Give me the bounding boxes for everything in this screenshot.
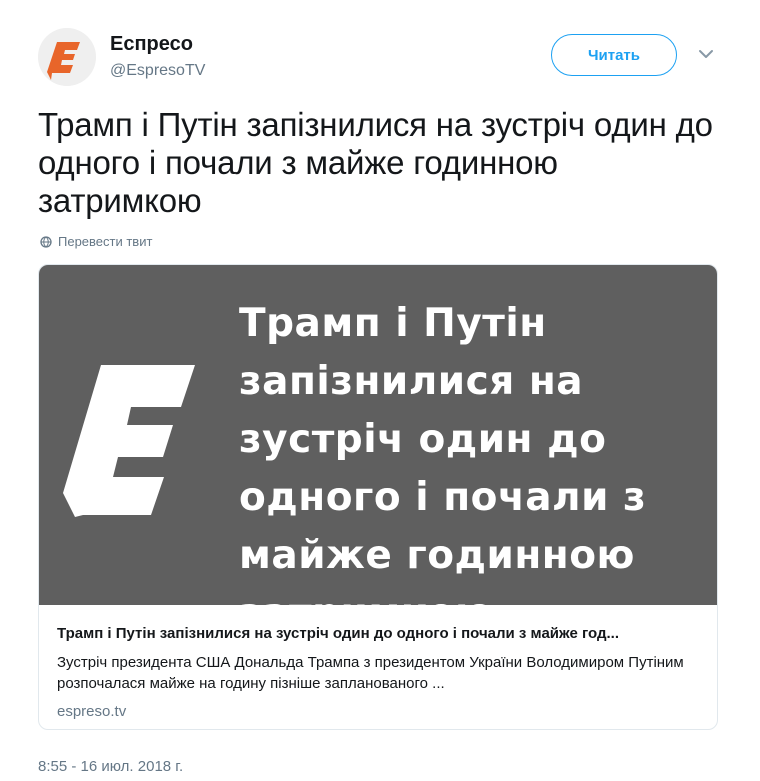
tweet-text: Трамп і Путін запізнилися на зустріч оди… xyxy=(38,106,713,219)
tweet-timestamp[interactable]: 8:55 - 16 июл. 2018 г. xyxy=(38,758,183,775)
globe-icon xyxy=(40,235,52,248)
author-avatar[interactable] xyxy=(38,28,96,86)
author-name[interactable]: Еспресо xyxy=(110,33,193,56)
follow-button[interactable]: Читать xyxy=(551,34,677,76)
espreso-logo-icon xyxy=(63,365,195,517)
card-meta[interactable]: Трамп і Путін запізнилися на зустріч оди… xyxy=(39,605,717,729)
author-handle[interactable]: @EspresoTV xyxy=(110,62,205,80)
card-domain: espreso.tv xyxy=(57,703,127,720)
card-title: Трамп і Путін запізнилися на зустріч оди… xyxy=(57,625,619,642)
translate-tweet-link[interactable]: Перевести твит xyxy=(40,234,152,249)
chevron-down-icon[interactable] xyxy=(697,48,715,60)
card-image-headline: Трамп і Путін запізнилися на зустріч оди… xyxy=(239,301,647,636)
card-description: Зустріч президента США Дональда Трампа з… xyxy=(57,654,684,692)
translate-label: Перевести твит xyxy=(58,234,153,249)
tweet: Еспресо @EspresoTV Читать Трамп і Путін … xyxy=(0,0,760,781)
card-image[interactable]: Трамп і Путін запізнилися на зустріч оди… xyxy=(39,265,717,636)
link-card[interactable]: Трамп і Путін запізнилися на зустріч оди… xyxy=(38,264,718,730)
espreso-logo-icon xyxy=(38,28,96,86)
